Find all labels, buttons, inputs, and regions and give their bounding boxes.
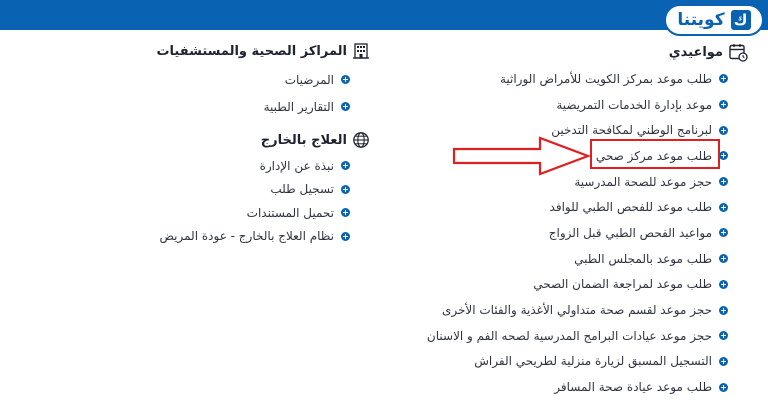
plus-circle-icon [341,231,350,241]
appointment-link[interactable]: طلب موعد بمركز الكويت للأمراض الوراثية [500,72,712,86]
globe-icon [353,132,369,148]
list-item[interactable]: التسجيل المسبق لزيارة منزلية لطريحي الفر… [427,349,728,375]
appointments-header: مواعيدي [669,42,748,62]
plus-circle-icon [719,382,728,392]
health-center-link[interactable]: التقارير الطبية [264,100,334,114]
list-item[interactable]: حجز موعد لقسم صحة متداولي الأغذية والفئا… [427,297,728,323]
list-item[interactable]: التقارير الطبية [264,93,350,120]
page: ك كويتنا مواعيدي طلب موعد بمركز الكويت ل… [0,0,768,413]
red-arrow-annotation-icon [452,136,592,176]
appointment-link[interactable]: حجز موعد لقسم صحة متداولي الأغذية والفئا… [442,303,712,317]
appointment-link[interactable]: طلب موعد عيادة صحة المسافر [554,380,712,394]
appointment-link[interactable]: طلب موعد بالمجلس الطبي [574,252,712,266]
health-centers-list: المرضيات التقارير الطبية [264,66,350,120]
treatment-abroad-link[interactable]: تسجيل طلب [270,182,334,196]
plus-circle-icon [341,184,350,194]
treatment-abroad-title: العلاج بالخارج [260,132,347,148]
health-center-link[interactable]: المرضيات [285,73,334,87]
appointment-link[interactable]: حجز موعد للصحة المدرسية [574,175,712,189]
plus-circle-icon [719,331,728,341]
plus-circle-icon [719,356,728,366]
red-highlight-box [590,139,720,169]
list-item[interactable]: طلب موعد للفحص الطبي للوافد [427,194,728,220]
appointment-link[interactable]: موعد بإدارة الخدمات التمريضية [556,98,712,112]
treatment-abroad-header: العلاج بالخارج [261,131,370,149]
plus-circle-icon [719,305,728,315]
plus-circle-icon [341,161,350,171]
health-centers-title: المراكز الصحية والمستشفيات [156,43,347,59]
list-item[interactable]: تحميل المستندات [159,201,350,225]
plus-circle-icon [341,102,350,111]
health-centers-header: المراكز الصحية والمستشفيات [156,42,370,60]
plus-circle-icon [719,254,728,264]
list-item[interactable]: موعد بإدارة الخدمات التمريضية [427,92,728,118]
treatment-abroad-link[interactable]: نبذة عن الإدارة [260,159,334,173]
appointment-link[interactable]: طلب موعد للفحص الطبي للوافد [550,200,712,214]
plus-circle-icon [341,208,350,218]
kuwaitna-logo-mark-icon: ك [730,10,751,30]
plus-circle-icon [341,75,350,84]
list-item[interactable]: طلب موعد عيادة صحة المسافر [427,374,728,400]
plus-circle-icon [719,228,728,238]
top-header-bar [0,0,768,30]
list-item[interactable]: طلب موعد بالمجلس الطبي [427,246,728,272]
appointment-link[interactable]: حجز موعد عيادات البرامج المدرسية لصحه ال… [427,329,712,343]
calendar-icon [729,44,748,62]
kuwaitna-logo[interactable]: ك كويتنا [664,4,764,36]
appointments-title: مواعيدي [668,44,723,60]
list-item[interactable]: حجز موعد عيادات البرامج المدرسية لصحه ال… [427,323,728,349]
list-item[interactable]: نظام العلاج بالخارج - عودة المريض [159,225,350,249]
plus-circle-icon [719,100,728,110]
kuwaitna-logo-text: كويتنا [677,10,725,30]
list-item[interactable]: نبذة عن الإدارة [159,154,350,178]
appointment-link[interactable]: طلب موعد لمراجعة الضمان الصحي [533,277,712,291]
plus-circle-icon [719,177,728,187]
plus-circle-icon [719,125,728,135]
list-item[interactable]: مواعيد الفحص الطبي قبل الزواج [427,220,728,246]
treatment-abroad-link[interactable]: تحميل المستندات [247,206,334,220]
list-item[interactable]: طلب موعد لمراجعة الضمان الصحي [427,272,728,298]
treatment-abroad-link[interactable]: نظام العلاج بالخارج - عودة المريض [159,229,334,243]
list-item[interactable]: تسجيل طلب [159,178,350,202]
appointment-link[interactable]: مواعيد الفحص الطبي قبل الزواج [549,226,712,240]
plus-circle-icon [719,202,728,212]
list-item[interactable]: طلب موعد بمركز الكويت للأمراض الوراثية [427,66,728,92]
appointments-list: طلب موعد بمركز الكويت للأمراض الوراثية م… [427,66,728,400]
treatment-abroad-list: نبذة عن الإدارة تسجيل طلب تحميل المستندا… [159,154,350,248]
list-item[interactable]: المرضيات [264,66,350,93]
appointment-link[interactable]: التسجيل المسبق لزيارة منزلية لطريحي الفر… [474,354,712,368]
plus-circle-icon [719,279,728,289]
hospital-building-icon [353,43,369,59]
plus-circle-icon [719,74,728,84]
plus-circle-icon [719,151,728,161]
